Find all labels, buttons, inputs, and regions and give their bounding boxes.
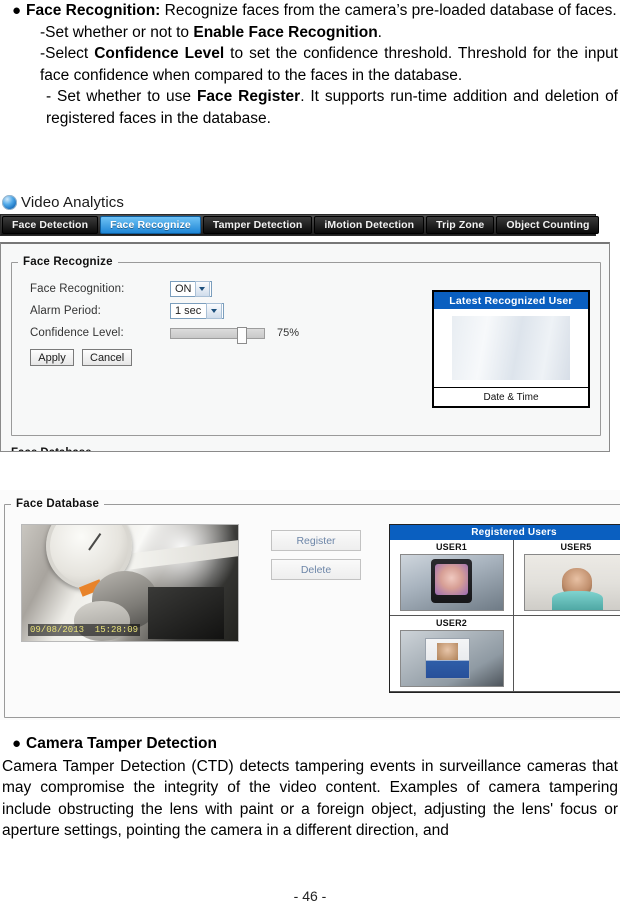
registered-user-cell[interactable]: USER5 <box>514 540 620 616</box>
page-title: Video Analytics <box>21 193 124 211</box>
tab-face-detection[interactable]: Face Detection <box>2 216 99 234</box>
sub-item-enable-bold: Enable Face Recognition <box>193 23 378 41</box>
bullet-marker: ● <box>12 735 22 752</box>
latest-recognized-user-title: Latest Recognized User <box>434 292 588 309</box>
face-recognition-lead-text: Recognize faces from the camera’s pre-lo… <box>160 2 617 19</box>
registered-user-cell-empty <box>514 616 620 692</box>
registered-user-cell[interactable]: USER1 <box>390 540 514 616</box>
alarm-period-value: 1 sec <box>175 305 202 317</box>
sub-item-register-bold: Face Register <box>196 88 301 105</box>
latest-recognized-user-timestamp: Date & Time <box>483 392 539 403</box>
registered-user-label: USER1 <box>435 542 467 552</box>
camera-preview[interactable]: 09/08/2013 15:28:09 <box>21 524 239 642</box>
camera-tamper-heading: Camera Tamper Detection <box>26 733 618 755</box>
camera-tamper-section: ● Camera Tamper Detection Camera Tamper … <box>0 733 620 842</box>
confidence-value: 75% <box>277 327 300 339</box>
sub-item-enable-prefix: -Set whether or not to <box>40 23 194 41</box>
apply-button[interactable]: Apply <box>30 349 74 366</box>
tab-imotion-detection[interactable]: iMotion Detection <box>314 216 425 234</box>
page-number: - 46 - <box>293 888 327 904</box>
latest-recognized-user-image-area <box>434 309 588 388</box>
confidence-slider-wrap: 75% <box>170 326 300 344</box>
video-analytics-screenshot: Video Analytics Face Detection Face Reco… <box>0 190 620 475</box>
latest-recognized-user-box: Latest Recognized User Date & Time <box>432 290 590 408</box>
face-recognize-panel: Face Recognize Face Recognition: ON Alar… <box>0 242 610 452</box>
registered-user-cell[interactable]: USER2 <box>390 616 514 692</box>
face-recognize-group: Face Recognize Face Recognition: ON Alar… <box>11 256 601 436</box>
sub-item-enable-suffix: . <box>377 23 382 41</box>
face-database-group: Face Database 09/08/2013 15:28:09 Regist… <box>4 498 620 718</box>
sub-item-confidence: -Select Confidence Level to set the conf… <box>26 43 618 86</box>
face-database-content: 09/08/2013 15:28:09 Register Delete Regi… <box>5 510 620 693</box>
manual-page: ● Face Recognition: Recognize faces from… <box>0 0 620 909</box>
registered-users-box: Registered Users USER1 USER5 USER2 <box>389 524 620 693</box>
face-database-screenshot: Face Database 09/08/2013 15:28:09 Regist… <box>0 490 620 722</box>
tab-trip-zone[interactable]: Trip Zone <box>426 216 495 234</box>
chevron-down-icon <box>194 281 210 297</box>
tab-tamper-detection[interactable]: Tamper Detection <box>202 216 313 234</box>
registered-users-grid: USER1 USER5 USER2 <box>390 540 620 692</box>
scene-light-bar <box>117 539 238 571</box>
alarm-period-label: Alarm Period: <box>30 305 101 317</box>
camera-tamper-body: Camera Tamper Detection (CTD) detects ta… <box>2 757 618 840</box>
registered-users-title: Registered Users <box>390 525 620 540</box>
face-database-panel: Face Database 09/08/2013 15:28:09 Regist… <box>0 490 620 720</box>
registered-user-label: USER2 <box>435 618 467 628</box>
confidence-level-label: Confidence Level: <box>30 327 124 339</box>
sub-item-register: - Set whether to use Face Register. It s… <box>26 86 618 129</box>
register-button[interactable]: Register <box>271 530 361 551</box>
face-recognition-value: ON <box>175 283 192 295</box>
delete-button[interactable]: Delete <box>271 559 361 580</box>
registered-user-thumbnail <box>524 554 620 611</box>
confidence-slider-thumb[interactable] <box>236 326 247 344</box>
camera-tamper-heading-text: Camera Tamper Detection <box>26 735 217 752</box>
face-recognition-select[interactable]: ON <box>170 281 212 297</box>
latest-recognized-user-image <box>452 316 570 380</box>
sub-item-enable: -Set whether or not to Enable Face Recog… <box>26 22 618 44</box>
blue-sphere-icon <box>2 194 17 210</box>
chevron-down-icon <box>206 303 222 319</box>
confidence-slider[interactable] <box>170 326 265 344</box>
clipped-face-database-title: Face Database <box>11 447 92 451</box>
alarm-period-select[interactable]: 1 sec <box>170 303 224 319</box>
registered-user-thumbnail <box>399 630 504 687</box>
face-recognition-lead: Face Recognition: Recognize faces from t… <box>26 0 618 22</box>
video-analytics-header: Video Analytics <box>0 190 620 214</box>
sub-item-register-prefix: - Set whether to use <box>46 88 197 105</box>
face-recognition-section: ● Face Recognition: Recognize faces from… <box>0 0 620 129</box>
scene-dark-object <box>148 587 224 639</box>
tab-bar: Face Detection Face Recognize Tamper Det… <box>0 214 600 236</box>
face-recognition-term: Face Recognition: <box>26 2 161 19</box>
camera-timestamp: 09/08/2013 15:28:09 <box>28 624 141 636</box>
face-recognize-group-title: Face Recognize <box>23 256 113 268</box>
tab-face-recognize[interactable]: Face Recognize <box>100 216 201 234</box>
tab-object-counting[interactable]: Object Counting <box>496 216 600 234</box>
registered-user-thumbnail-empty <box>524 620 620 678</box>
face-recognition-label: Face Recognition: <box>30 283 125 295</box>
face-database-buttons: Register Delete <box>271 524 361 693</box>
sub-item-confidence-prefix: -Select <box>40 45 95 62</box>
registered-user-thumbnail <box>399 554 504 611</box>
face-database-group-title: Face Database <box>16 498 100 510</box>
registered-user-label: USER5 <box>560 542 592 552</box>
sub-item-confidence-bold: Confidence Level <box>94 45 225 62</box>
cancel-button[interactable]: Cancel <box>82 349 133 366</box>
bullet-marker: ● <box>12 2 22 19</box>
